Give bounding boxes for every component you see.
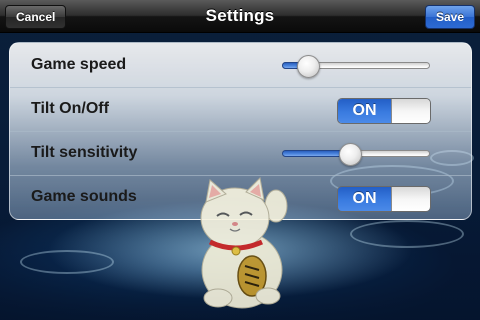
toggle-on-label: ON — [338, 187, 391, 211]
tilt-label: Tilt On/Off — [31, 100, 109, 117]
game-sounds-toggle[interactable]: ON — [337, 186, 431, 212]
save-button[interactable]: Save — [424, 5, 475, 29]
tilt-sensitivity-row: Tilt sensitivity — [10, 131, 471, 176]
toggle-thumb — [391, 187, 430, 211]
game-speed-row: Game speed — [10, 43, 471, 88]
game-speed-slider[interactable] — [282, 55, 430, 78]
tilt-toggle[interactable]: ON — [337, 98, 431, 124]
lucky-cat-icon — [200, 176, 288, 309]
toggle-thumb — [391, 99, 430, 123]
slider-knob[interactable] — [339, 143, 362, 166]
navigation-bar: Cancel Settings Save — [0, 0, 480, 33]
page-title: Settings — [205, 6, 275, 25]
game-speed-label: Game speed — [31, 56, 127, 73]
slider-knob[interactable] — [297, 55, 320, 78]
tilt-sensitivity-label: Tilt sensitivity — [31, 144, 138, 161]
tilt-sensitivity-slider[interactable] — [282, 143, 430, 166]
tilt-row: Tilt On/Off ON — [10, 87, 471, 132]
toggle-on-label: ON — [338, 99, 391, 123]
game-sounds-label: Game sounds — [31, 188, 137, 205]
